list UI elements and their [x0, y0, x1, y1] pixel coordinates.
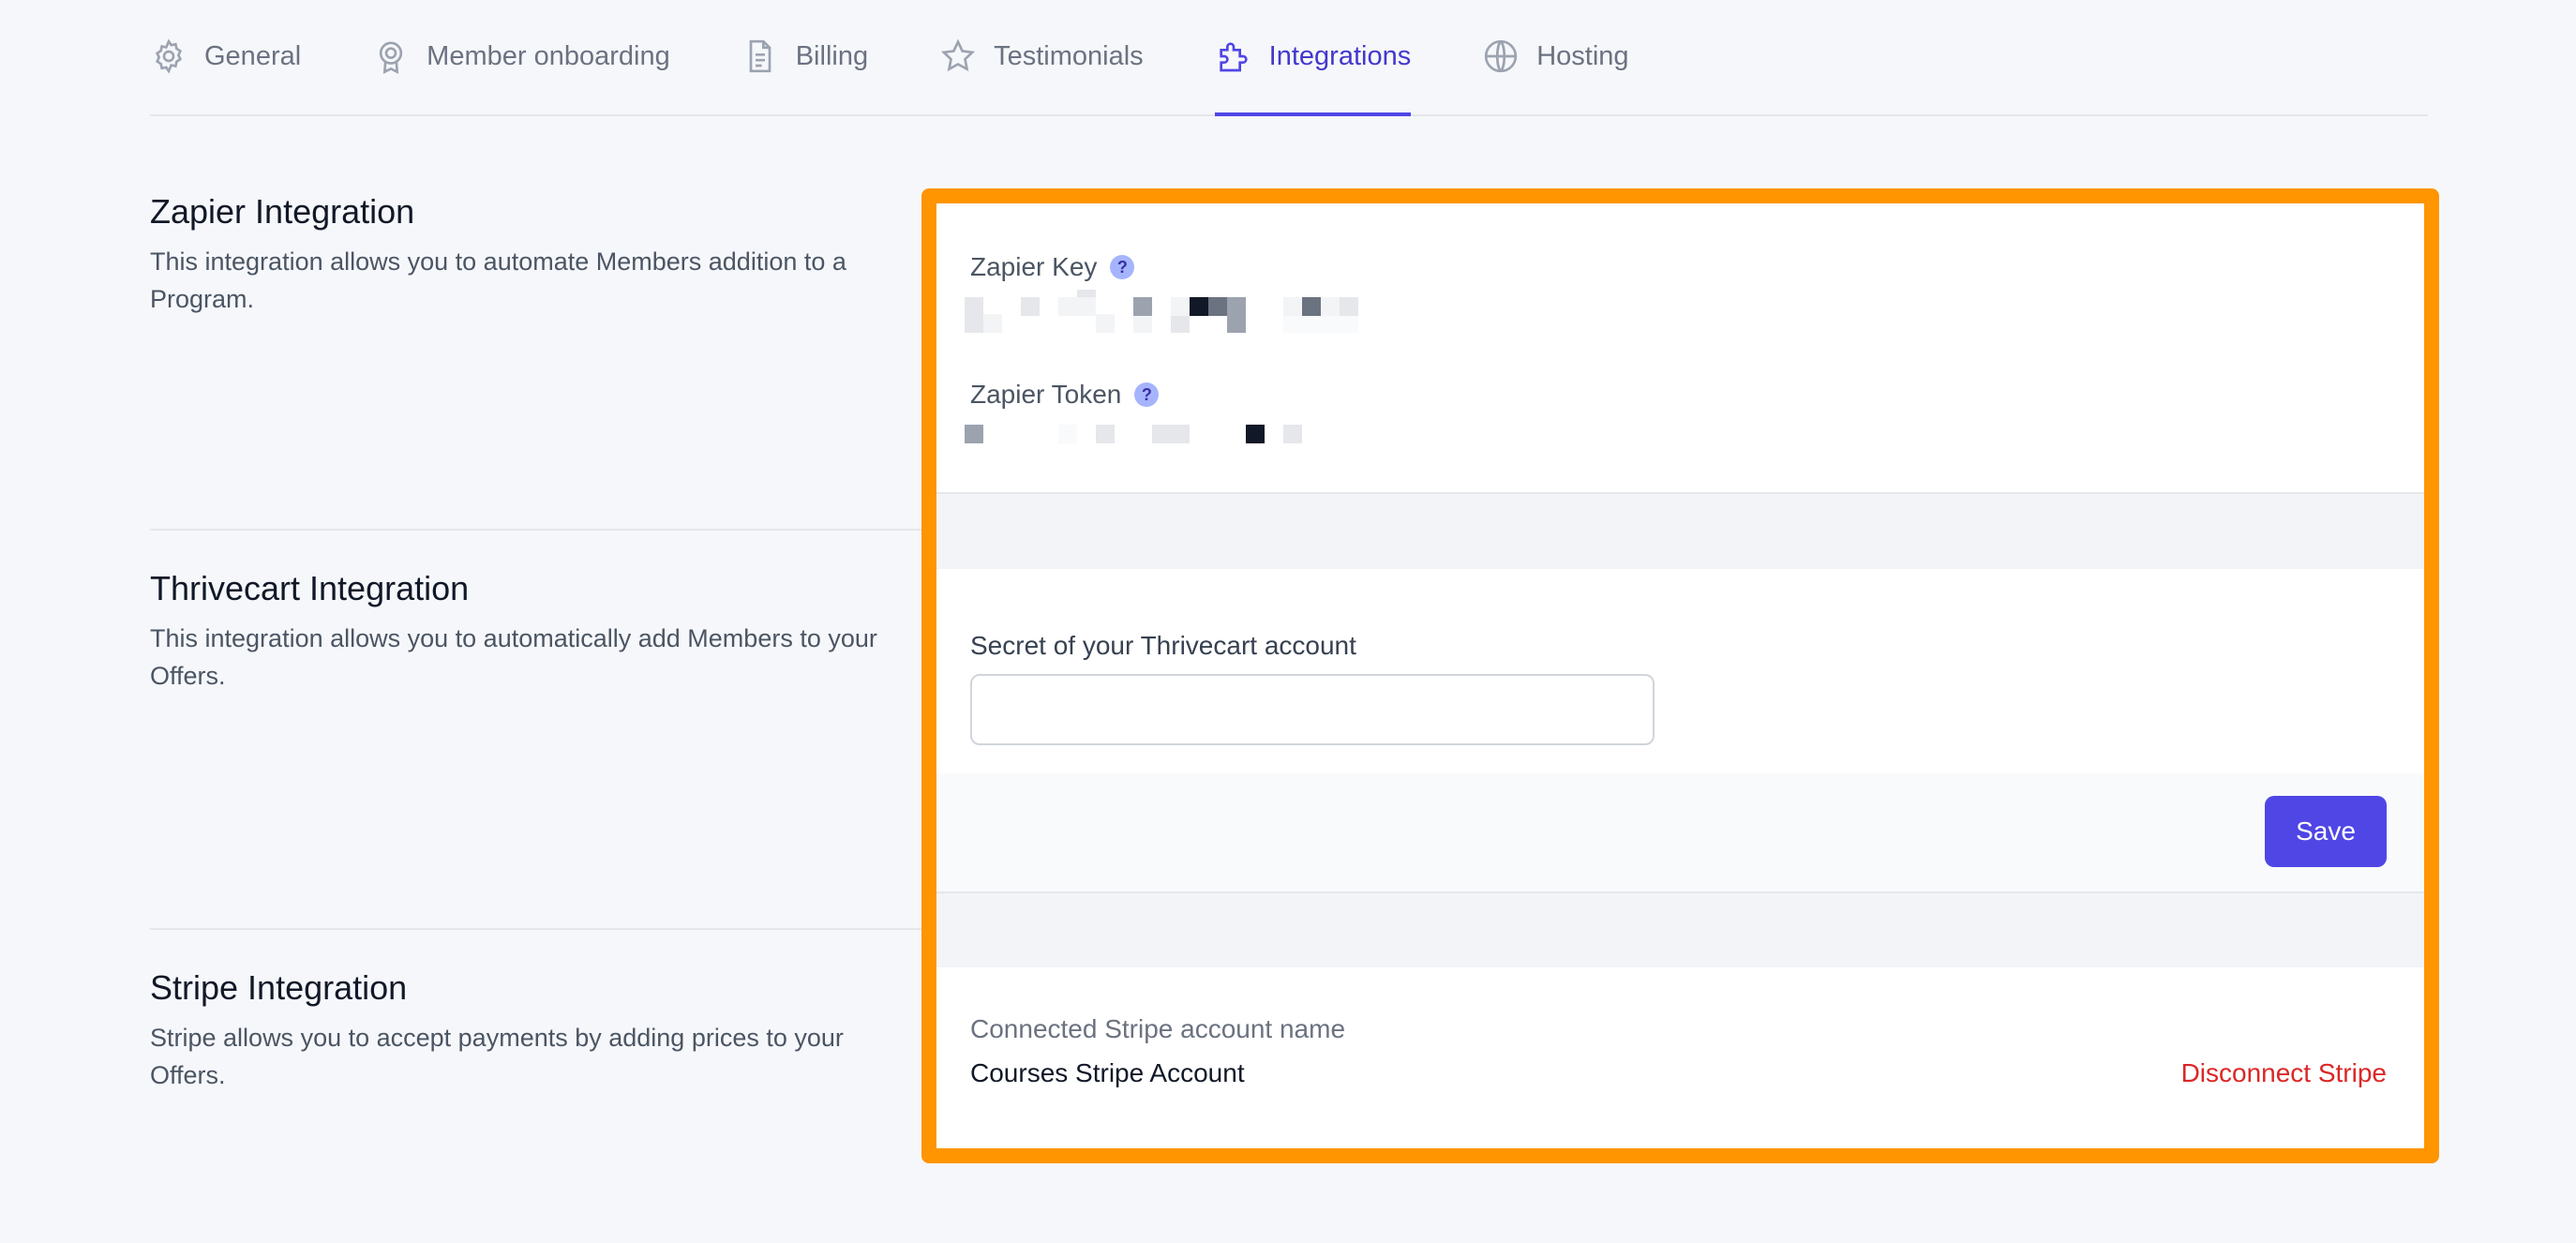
stripe-description: Stripe allows you to accept payments by …	[150, 1024, 844, 1089]
settings-tabs: General Member onboarding Billing Testim…	[150, 0, 2428, 116]
gear-icon	[155, 38, 183, 74]
zapier-key-label: Zapier Key ?	[970, 252, 1135, 282]
thrivecart-secret-label: Secret of your Thrivecart account	[970, 631, 1356, 660]
tab-label: Hosting	[1536, 40, 1629, 71]
puzzle-icon	[1219, 42, 1248, 72]
zapier-token-label: Zapier Token ?	[970, 380, 1160, 410]
badge-icon	[380, 41, 403, 74]
save-button[interactable]: Save	[2265, 796, 2387, 867]
thrivecart-description: This integration allows you to automatic…	[150, 624, 877, 690]
tab-label: Member onboarding	[427, 40, 670, 71]
help-icon[interactable]: ?	[1134, 382, 1160, 407]
disconnect-stripe-link[interactable]: Disconnect Stripe	[2181, 1058, 2387, 1088]
star-icon	[940, 38, 976, 72]
stripe-card: Connected Stripe account name Courses St…	[936, 967, 2424, 1148]
tab-hosting[interactable]: Hosting	[1482, 0, 1629, 114]
tab-integrations[interactable]: Integrations	[1214, 0, 1412, 116]
stripe-account-label: Connected Stripe account name	[970, 1014, 1346, 1043]
tab-billing[interactable]: Billing	[741, 0, 868, 114]
zapier-token-label-text: Zapier Token	[970, 380, 1122, 409]
zapier-description: This integration allows you to automate …	[150, 247, 846, 313]
thrivecart-title: Thrivecart Integration	[150, 569, 470, 607]
stripe-account-name: Courses Stripe Account	[970, 1058, 1245, 1087]
thrivecart-secret-input[interactable]	[970, 674, 1655, 745]
thrivecart-card: Secret of your Thrivecart account Save	[936, 569, 2424, 891]
zapier-section-description: Zapier Integration This integration allo…	[150, 192, 900, 318]
tab-label: Integrations	[1268, 40, 1412, 71]
tab-label: Testimonials	[994, 40, 1144, 71]
zapier-title: Zapier Integration	[150, 192, 415, 231]
document-icon	[749, 39, 771, 73]
stripe-title: Stripe Integration	[150, 968, 408, 1007]
tab-label: Billing	[795, 40, 869, 71]
tab-testimonials[interactable]: Testimonials	[939, 0, 1144, 114]
tab-member-onboarding[interactable]: Member onboarding	[372, 0, 670, 114]
thrivecart-section-description: Thrivecart Integration This integration …	[150, 569, 900, 695]
tab-label: General	[204, 40, 302, 71]
zapier-key-label-text: Zapier Key	[970, 252, 1098, 281]
highlight-frame: Zapier Key ? Zapier Token ? Secret of yo…	[921, 188, 2439, 1163]
thrivecart-card-footer: Save	[936, 773, 2424, 891]
zapier-card: Zapier Key ? Zapier Token ?	[936, 203, 2424, 492]
tab-general[interactable]: General	[150, 0, 301, 114]
zapier-key-value-redacted	[965, 290, 1358, 333]
zapier-token-value-redacted	[965, 425, 1302, 462]
help-icon[interactable]: ?	[1110, 255, 1135, 279]
globe-icon	[1485, 39, 1518, 73]
stripe-section-description: Stripe Integration Stripe allows you to …	[150, 968, 900, 1094]
